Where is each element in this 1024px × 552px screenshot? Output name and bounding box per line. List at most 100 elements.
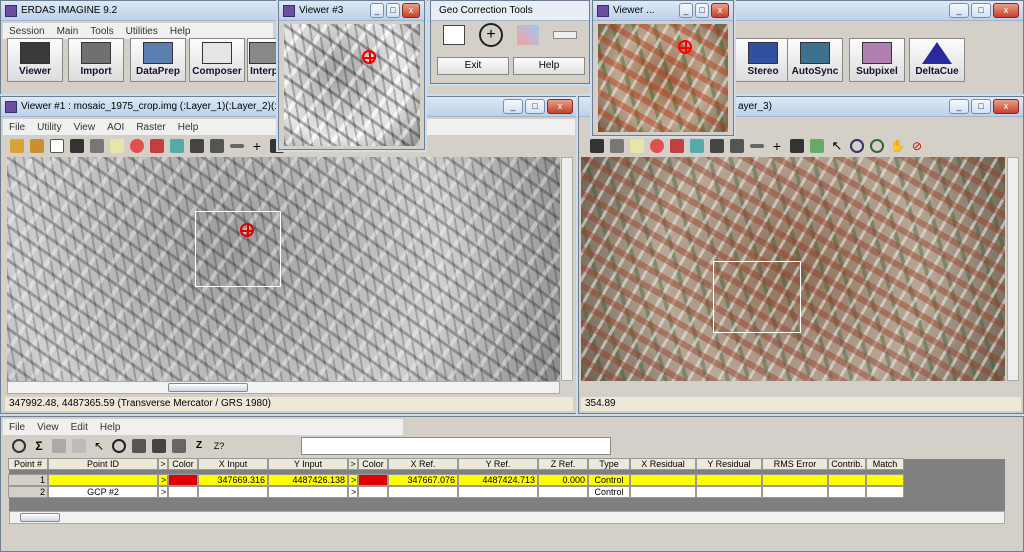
menu-file[interactable]: File bbox=[3, 422, 31, 433]
cell-color-1[interactable] bbox=[168, 474, 198, 486]
menu-help[interactable]: Help bbox=[94, 422, 127, 433]
cell-type[interactable]: Control bbox=[588, 486, 630, 498]
viewer2-image-reference[interactable] bbox=[581, 157, 1005, 381]
exit-button[interactable]: Exit bbox=[437, 57, 509, 75]
info-icon[interactable] bbox=[50, 139, 64, 153]
menu-view[interactable]: View bbox=[68, 122, 102, 133]
deltacue-button[interactable]: DeltaCue bbox=[909, 38, 965, 82]
viewer-small-titlebar[interactable]: Viewer ... _ □ x bbox=[593, 1, 733, 21]
eraser-icon[interactable] bbox=[630, 139, 644, 153]
roam-icon[interactable] bbox=[690, 139, 704, 153]
line-icon[interactable] bbox=[750, 144, 764, 148]
cell-match[interactable] bbox=[866, 474, 904, 486]
cell-x-input[interactable] bbox=[198, 486, 268, 498]
menu-help[interactable]: Help bbox=[164, 26, 197, 37]
cell-z-ref[interactable]: 0.000 bbox=[538, 474, 588, 486]
menu-aoi[interactable]: AOI bbox=[101, 122, 130, 133]
roam-icon[interactable] bbox=[170, 139, 184, 153]
table-row[interactable]: 1 > 347669.316 4487426.138 > 347667.076 … bbox=[8, 474, 1004, 486]
hammer-icon[interactable] bbox=[790, 139, 804, 153]
find-icon[interactable] bbox=[152, 439, 166, 453]
resample-icon[interactable] bbox=[517, 25, 539, 45]
zoom-out-icon[interactable] bbox=[870, 139, 884, 153]
zoom-fit-icon[interactable] bbox=[210, 139, 224, 153]
open-icon[interactable] bbox=[10, 139, 24, 153]
menu-help[interactable]: Help bbox=[172, 122, 205, 133]
cell-x-residual[interactable] bbox=[630, 486, 696, 498]
lock-icon[interactable] bbox=[132, 439, 146, 453]
sigma-icon[interactable]: Σ bbox=[32, 439, 46, 453]
help-button[interactable]: Help bbox=[513, 57, 585, 75]
cell-point-id[interactable] bbox=[48, 474, 158, 486]
col-x-input[interactable]: X Input bbox=[198, 458, 268, 470]
close-icon[interactable]: x bbox=[711, 3, 729, 18]
minimize-icon[interactable]: _ bbox=[370, 3, 384, 18]
cell-y-residual[interactable] bbox=[696, 474, 762, 486]
col-color-1[interactable]: Color bbox=[168, 458, 198, 470]
dataprep-button[interactable]: DataPrep bbox=[130, 38, 186, 82]
minimize-icon[interactable]: _ bbox=[503, 99, 523, 114]
maximize-icon[interactable]: □ bbox=[971, 99, 991, 114]
cell-y-residual[interactable] bbox=[696, 486, 762, 498]
eraser-icon[interactable] bbox=[110, 139, 124, 153]
minimize-icon[interactable]: _ bbox=[949, 3, 969, 18]
maximize-icon[interactable]: □ bbox=[525, 99, 545, 114]
interpreter-button[interactable]: Interp bbox=[247, 38, 281, 82]
minimize-icon[interactable]: _ bbox=[679, 3, 693, 18]
zoom-in-icon[interactable] bbox=[850, 139, 864, 153]
cell-z-ref[interactable] bbox=[538, 486, 588, 498]
viewer3-titlebar[interactable]: Viewer #3 _ □ x bbox=[279, 1, 424, 21]
col-match[interactable]: Match bbox=[866, 458, 904, 470]
line-icon[interactable] bbox=[230, 144, 244, 148]
zoom-fit-icon[interactable] bbox=[730, 139, 744, 153]
col-arrow-2[interactable]: > bbox=[348, 458, 358, 470]
vertical-scrollbar[interactable] bbox=[561, 157, 573, 381]
cell-match[interactable] bbox=[866, 486, 904, 498]
arrow-icon[interactable]: ↖ bbox=[830, 139, 844, 153]
save-icon[interactable] bbox=[70, 139, 84, 153]
link-box[interactable] bbox=[195, 211, 281, 287]
select-arrow-icon[interactable]: ↖ bbox=[92, 439, 106, 453]
cell-arrow-1[interactable]: > bbox=[158, 486, 168, 498]
col-y-ref[interactable]: Y Ref. bbox=[458, 458, 538, 470]
maximize-icon[interactable]: □ bbox=[695, 3, 709, 18]
maximize-icon[interactable]: □ bbox=[971, 3, 991, 18]
fit-icon[interactable] bbox=[710, 139, 724, 153]
close-icon[interactable]: x bbox=[547, 99, 573, 114]
gcp-marker-icon[interactable] bbox=[240, 223, 254, 237]
cell-contrib[interactable] bbox=[828, 474, 866, 486]
table-row[interactable]: 2 GCP #2 > > Control bbox=[8, 486, 1004, 498]
plus-icon[interactable]: + bbox=[770, 139, 784, 153]
close-icon[interactable]: x bbox=[993, 3, 1019, 18]
create-gcp-icon[interactable] bbox=[112, 439, 126, 453]
refresh-icon[interactable] bbox=[12, 439, 26, 453]
cell-color-1[interactable] bbox=[168, 486, 198, 498]
gcp-marker-icon[interactable] bbox=[678, 40, 692, 54]
gcp-horizontal-scrollbar[interactable] bbox=[9, 511, 1005, 524]
fit-icon[interactable] bbox=[190, 139, 204, 153]
vertical-scrollbar[interactable] bbox=[1007, 157, 1019, 381]
menu-utility[interactable]: Utility bbox=[31, 122, 67, 133]
gcp-marker-icon[interactable] bbox=[362, 50, 376, 64]
viewer3-magnifier-image[interactable] bbox=[284, 24, 420, 146]
menu-session[interactable]: Session bbox=[3, 26, 51, 37]
folder-icon[interactable] bbox=[30, 139, 44, 153]
horizontal-scrollbar[interactable] bbox=[7, 381, 560, 394]
cell-x-input[interactable]: 347669.316 bbox=[198, 474, 268, 486]
viewer-small-magnifier-image[interactable] bbox=[598, 24, 728, 132]
col-y-residual[interactable]: Y Residual bbox=[696, 458, 762, 470]
cell-x-ref[interactable]: 347667.076 bbox=[388, 474, 458, 486]
cell-point-num[interactable]: 1 bbox=[8, 474, 48, 486]
crosshair-icon[interactable]: + bbox=[479, 23, 503, 47]
col-arrow-1[interactable]: > bbox=[158, 458, 168, 470]
cell-y-input[interactable]: 4487426.138 bbox=[268, 474, 348, 486]
col-x-ref[interactable]: X Ref. bbox=[388, 458, 458, 470]
col-type[interactable]: Type bbox=[588, 458, 630, 470]
viewer1-image-1975[interactable] bbox=[7, 157, 560, 381]
layer-icon[interactable] bbox=[150, 139, 164, 153]
subpixel-button[interactable]: Subpixel bbox=[849, 38, 905, 82]
col-rms-error[interactable]: RMS Error bbox=[762, 458, 828, 470]
cell-arrow-1[interactable]: > bbox=[158, 474, 168, 486]
stereo-button[interactable]: Stereo bbox=[735, 38, 791, 82]
cell-color-2[interactable] bbox=[358, 486, 388, 498]
